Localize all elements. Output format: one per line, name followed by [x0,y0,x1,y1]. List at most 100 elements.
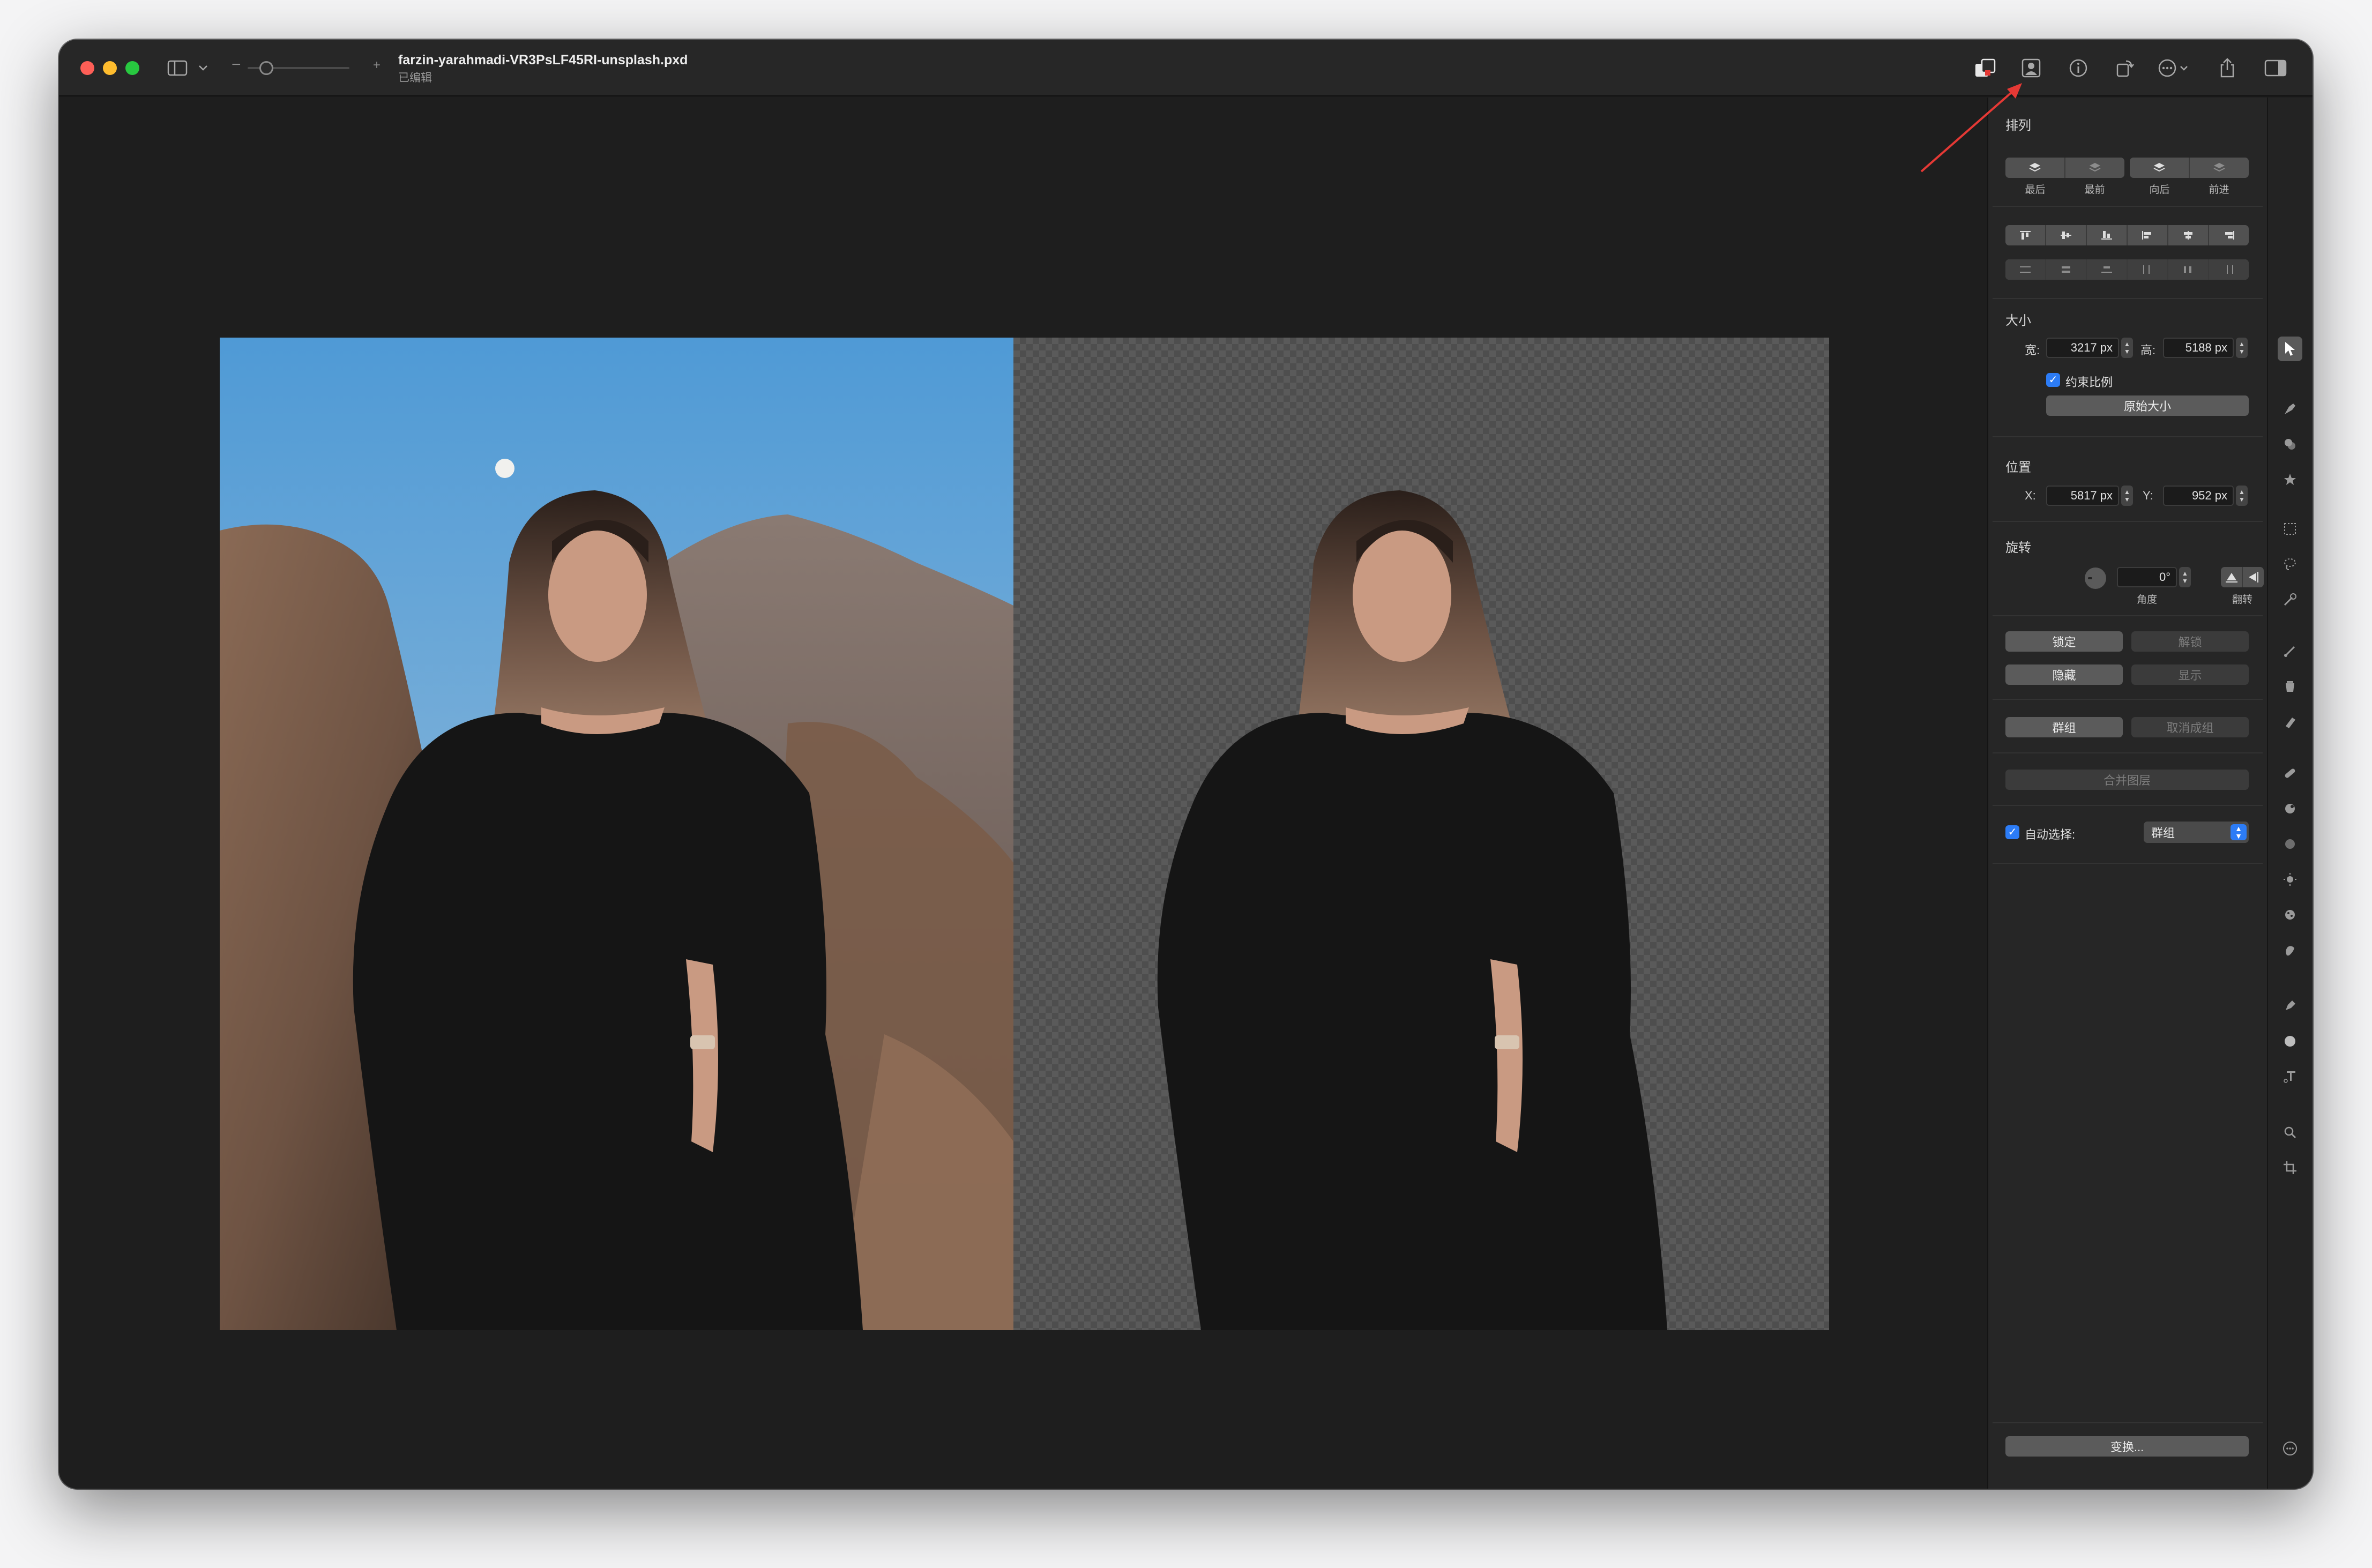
cutout-layer[interactable] [1013,338,1829,1330]
auto-select-value: 群组 [2151,826,2175,840]
clone-stamp-icon[interactable] [2278,796,2302,821]
share-icon[interactable] [2212,55,2242,81]
divider [1993,521,2263,522]
more-tools-icon[interactable] [2278,1436,2302,1461]
lighten-icon[interactable] [2278,867,2302,892]
zoom-window-button[interactable] [125,61,139,75]
zoom-out-button[interactable]: − [232,56,241,74]
marquee-select-icon[interactable] [2278,517,2302,541]
height-stepper[interactable]: ▲ ▼ [2236,338,2248,358]
chevron-down-icon[interactable] [196,55,210,81]
align-bottom-icon[interactable] [2087,225,2128,245]
rotation-section-title: 旋转 [2005,541,2031,555]
sidebar-toggle-icon[interactable] [164,55,191,81]
align-left-icon[interactable] [2128,225,2168,245]
group-button[interactable]: 群组 [2005,717,2123,737]
sponge-icon[interactable] [2278,902,2302,927]
show-button: 显示 [2131,664,2249,685]
align-middle-icon[interactable] [2046,225,2087,245]
zoom-slider-knob[interactable] [259,61,273,75]
width-label: 宽: [2025,344,2040,357]
popup-chevron-icon: ▲ ▼ [2231,824,2247,840]
distribute-left-icon [2128,259,2168,280]
more-icon[interactable] [2154,55,2195,81]
repair-icon[interactable] [2278,761,2302,786]
align-center-icon[interactable] [2168,225,2209,245]
distribute-middle-icon [2046,259,2087,280]
send-backward-button[interactable] [2130,158,2190,178]
shape-icon[interactable] [2278,1029,2302,1054]
order-group-back [2005,158,2124,178]
transform-button[interactable]: 变换... [2005,1436,2249,1457]
position-section-title: 位置 [2005,460,2031,475]
rotate-icon[interactable] [2109,55,2139,81]
size-section-title: 大小 [2005,313,2031,328]
angle-stepper[interactable]: ▲ ▼ [2179,567,2191,587]
inspector-panel [1987,98,2267,1489]
hide-button[interactable]: 隐藏 [2005,664,2123,685]
text-icon[interactable] [2278,1064,2302,1089]
divider [1993,436,2263,437]
zoom-in-button[interactable]: + [373,58,381,73]
smudge-icon[interactable] [2278,938,2302,962]
lock-button[interactable]: 锁定 [2005,631,2123,652]
layer-style-icon[interactable] [1970,55,2000,81]
y-label: Y: [2143,489,2153,502]
angle-field[interactable]: 0° [2117,567,2177,587]
flip-horizontal-icon[interactable] [2243,567,2264,587]
divider [1993,752,2263,753]
arrow-select-icon[interactable] [2278,337,2302,361]
canvas-area[interactable] [59,98,1987,1489]
y-position-stepper[interactable]: ▲ ▼ [2236,486,2248,506]
style-brush-icon[interactable] [2278,397,2302,421]
pen-icon[interactable] [2278,994,2302,1018]
x-position-field[interactable]: 5817 px [2046,486,2119,506]
distribute-row [2005,259,2249,280]
auto-select-label: 自动选择: [2025,828,2076,841]
effects-star-icon[interactable] [2278,467,2302,492]
constrain-proportions-label: 约束比例 [2065,376,2113,389]
send-to-back-label: 最后 [2025,184,2046,196]
bring-to-front-label: 最前 [2084,184,2105,196]
document-title: farzin-yarahmadi-VR3PsLF45RI-unsplash.px… [398,53,688,68]
width-stepper[interactable]: ▲ ▼ [2121,338,2133,358]
zoom-icon[interactable] [2278,1120,2302,1145]
divider [1993,699,2263,700]
height-field[interactable]: 5188 px [2163,338,2234,358]
crop-icon[interactable] [2278,1155,2302,1180]
rotation-dial[interactable] [2085,568,2106,589]
x-position-stepper[interactable]: ▲ ▼ [2121,486,2133,506]
minimize-window-button[interactable] [103,61,117,75]
bring-to-front-button[interactable] [2065,158,2124,178]
tools-strip [2267,98,2313,1489]
flip-vertical-icon[interactable] [2221,567,2243,587]
blur-icon[interactable] [2278,832,2302,856]
auto-select-checkbox[interactable]: ✓ [2005,825,2019,839]
constrain-proportions-checkbox[interactable]: ✓ [2046,373,2060,387]
paint-bucket-icon[interactable] [2278,674,2302,699]
x-label: X: [2025,489,2036,502]
close-window-button[interactable] [80,61,94,75]
distribute-top-icon [2005,259,2046,280]
y-position-field[interactable]: 952 px [2163,486,2234,506]
auto-select-popup[interactable]: 群组 ▲ ▼ [2144,822,2249,843]
paint-brush-icon[interactable] [2278,639,2302,663]
align-right-icon[interactable] [2209,225,2249,245]
bring-forward-label: 前进 [2209,184,2229,196]
magic-wand-icon[interactable] [2278,587,2302,612]
lasso-select-icon[interactable] [2278,552,2302,577]
original-photo[interactable] [220,338,1013,1330]
width-field[interactable]: 3217 px [2046,338,2119,358]
original-size-button[interactable]: 原始大小 [2046,395,2249,416]
bring-forward-button[interactable] [2190,158,2249,178]
info-icon[interactable] [2063,55,2093,81]
app-window: − + farzin-yarahmadi-VR3PsLF45RI-unsplas… [59,40,2313,1489]
align-top-icon[interactable] [2005,225,2046,245]
merge-layers-button: 合并图层 [2005,770,2249,790]
eraser-icon[interactable] [2278,710,2302,734]
inspector-toggle-icon[interactable] [2261,55,2291,81]
color-adjust-icon[interactable] [2278,432,2302,457]
flip-group [2221,567,2264,587]
send-to-back-button[interactable] [2005,158,2065,178]
portrait-mask-icon[interactable] [2016,55,2046,81]
